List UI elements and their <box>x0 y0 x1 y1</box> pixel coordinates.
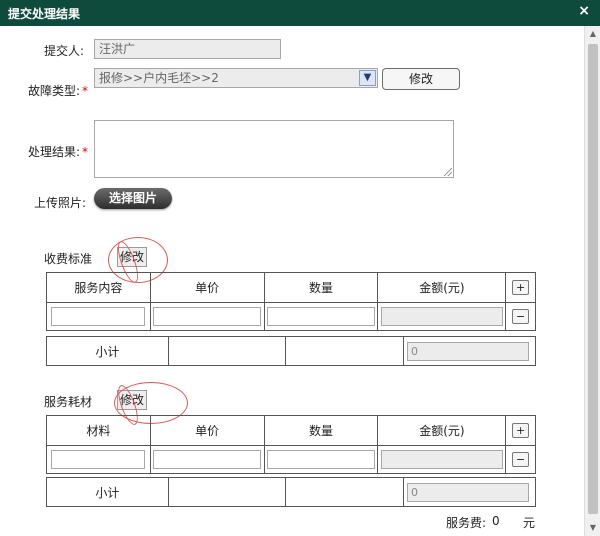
cell <box>167 336 287 366</box>
fee-standard-table: 服务内容 单价 数量 金额(元) + − <box>46 272 536 331</box>
cell <box>285 336 404 366</box>
cell: 0 <box>403 336 536 366</box>
subtotal-row: 小计 0 <box>46 477 536 507</box>
upload-label: 上传照片: <box>34 196 87 210</box>
table-row: − <box>46 302 536 331</box>
dialog-title: 提交处理结果 <box>8 7 81 21</box>
column-header: 单价 <box>149 272 265 303</box>
dialog-titlebar: 提交处理结果 × <box>0 0 600 26</box>
subtotal-value: 0 <box>407 482 529 502</box>
cell: − <box>505 302 536 331</box>
required-mark: * <box>82 84 89 98</box>
cell <box>149 445 265 474</box>
fault-type-label: 故障类型: * <box>28 82 88 99</box>
result-label: 处理结果: * <box>28 143 88 160</box>
cell <box>167 477 287 507</box>
vertical-scrollbar[interactable]: ▲ ▼ <box>584 26 600 536</box>
unit-price-input[interactable] <box>153 450 262 469</box>
dialog-body: 提交人: 汪洪广 故障类型: * 报修>>户内毛坯>>2 ▼ 修改 处理结果: * … <box>0 26 584 536</box>
cell <box>46 302 151 331</box>
cell <box>263 302 379 331</box>
scrollbar-thumb[interactable] <box>588 44 598 514</box>
cell: 0 <box>403 477 536 507</box>
close-icon[interactable]: × <box>578 3 590 19</box>
fault-type-modify-button[interactable]: 修改 <box>382 68 460 90</box>
material-input[interactable] <box>51 450 146 469</box>
service-fee-unit: 元 <box>523 516 536 530</box>
cell <box>377 445 507 474</box>
required-mark: * <box>82 145 89 159</box>
scroll-up-icon[interactable]: ▲ <box>585 26 600 42</box>
subtotal-label: 小计 <box>46 336 169 366</box>
cell <box>285 477 404 507</box>
table-header-row: 服务内容 单价 数量 金额(元) + <box>46 272 536 303</box>
add-row-button[interactable]: + <box>512 280 530 295</box>
fault-type-label-text: 故障类型: <box>28 84 81 98</box>
chevron-down-icon[interactable]: ▼ <box>359 70 376 86</box>
service-fee-value: 0 <box>492 514 500 528</box>
column-header: 服务内容 <box>46 272 151 303</box>
scroll-down-icon[interactable]: ▼ <box>585 520 600 536</box>
resize-grip-icon[interactable] <box>444 168 452 176</box>
column-header: 金额(元) <box>377 415 507 446</box>
fee-standard-title: 收费标准 <box>44 252 93 266</box>
service-content-input[interactable] <box>51 307 146 326</box>
cell <box>149 302 265 331</box>
fee-standard-subtotal: 小计 0 <box>46 336 536 366</box>
add-row-button[interactable]: + <box>512 423 530 438</box>
cell <box>263 445 379 474</box>
subtotal-label: 小计 <box>46 477 169 507</box>
column-header: 数量 <box>263 415 379 446</box>
result-label-text: 处理结果: <box>28 145 81 159</box>
table-header-row: 材料 单价 数量 金额(元) + <box>46 415 536 446</box>
column-header: 数量 <box>263 272 379 303</box>
column-header: 材料 <box>46 415 151 446</box>
column-header: 金额(元) <box>377 272 507 303</box>
add-cell: + <box>505 415 536 446</box>
materials-title: 服务耗材 <box>44 395 93 409</box>
amount-input <box>380 307 503 326</box>
materials-subtotal: 小计 0 <box>46 477 536 507</box>
cell <box>377 302 507 331</box>
subtotal-row: 小计 0 <box>46 336 536 366</box>
fault-type-select[interactable]: 报修>>户内毛坯>>2 ▼ <box>94 68 378 88</box>
cell: − <box>505 445 536 474</box>
submitter-field[interactable]: 汪洪广 <box>94 39 281 59</box>
amount-input <box>380 450 503 469</box>
materials-table: 材料 单价 数量 金额(元) + − <box>46 415 536 474</box>
fault-type-value: 报修>>户内毛坯>>2 <box>99 71 219 85</box>
column-header: 单价 <box>149 415 265 446</box>
cell <box>46 445 151 474</box>
service-fee-label: 服务费: <box>446 516 487 530</box>
submitter-value: 汪洪广 <box>99 42 136 56</box>
unit-price-input[interactable] <box>153 307 262 326</box>
choose-image-button[interactable]: 选择图片 <box>94 188 172 209</box>
quantity-input[interactable] <box>267 307 376 326</box>
remove-row-button[interactable]: − <box>512 309 530 324</box>
remove-row-button[interactable]: − <box>512 452 530 467</box>
add-cell: + <box>505 272 536 303</box>
subtotal-value: 0 <box>407 341 529 361</box>
submitter-label: 提交人: <box>44 44 85 58</box>
quantity-input[interactable] <box>267 450 376 469</box>
table-row: − <box>46 445 536 474</box>
result-textarea[interactable] <box>94 120 454 178</box>
